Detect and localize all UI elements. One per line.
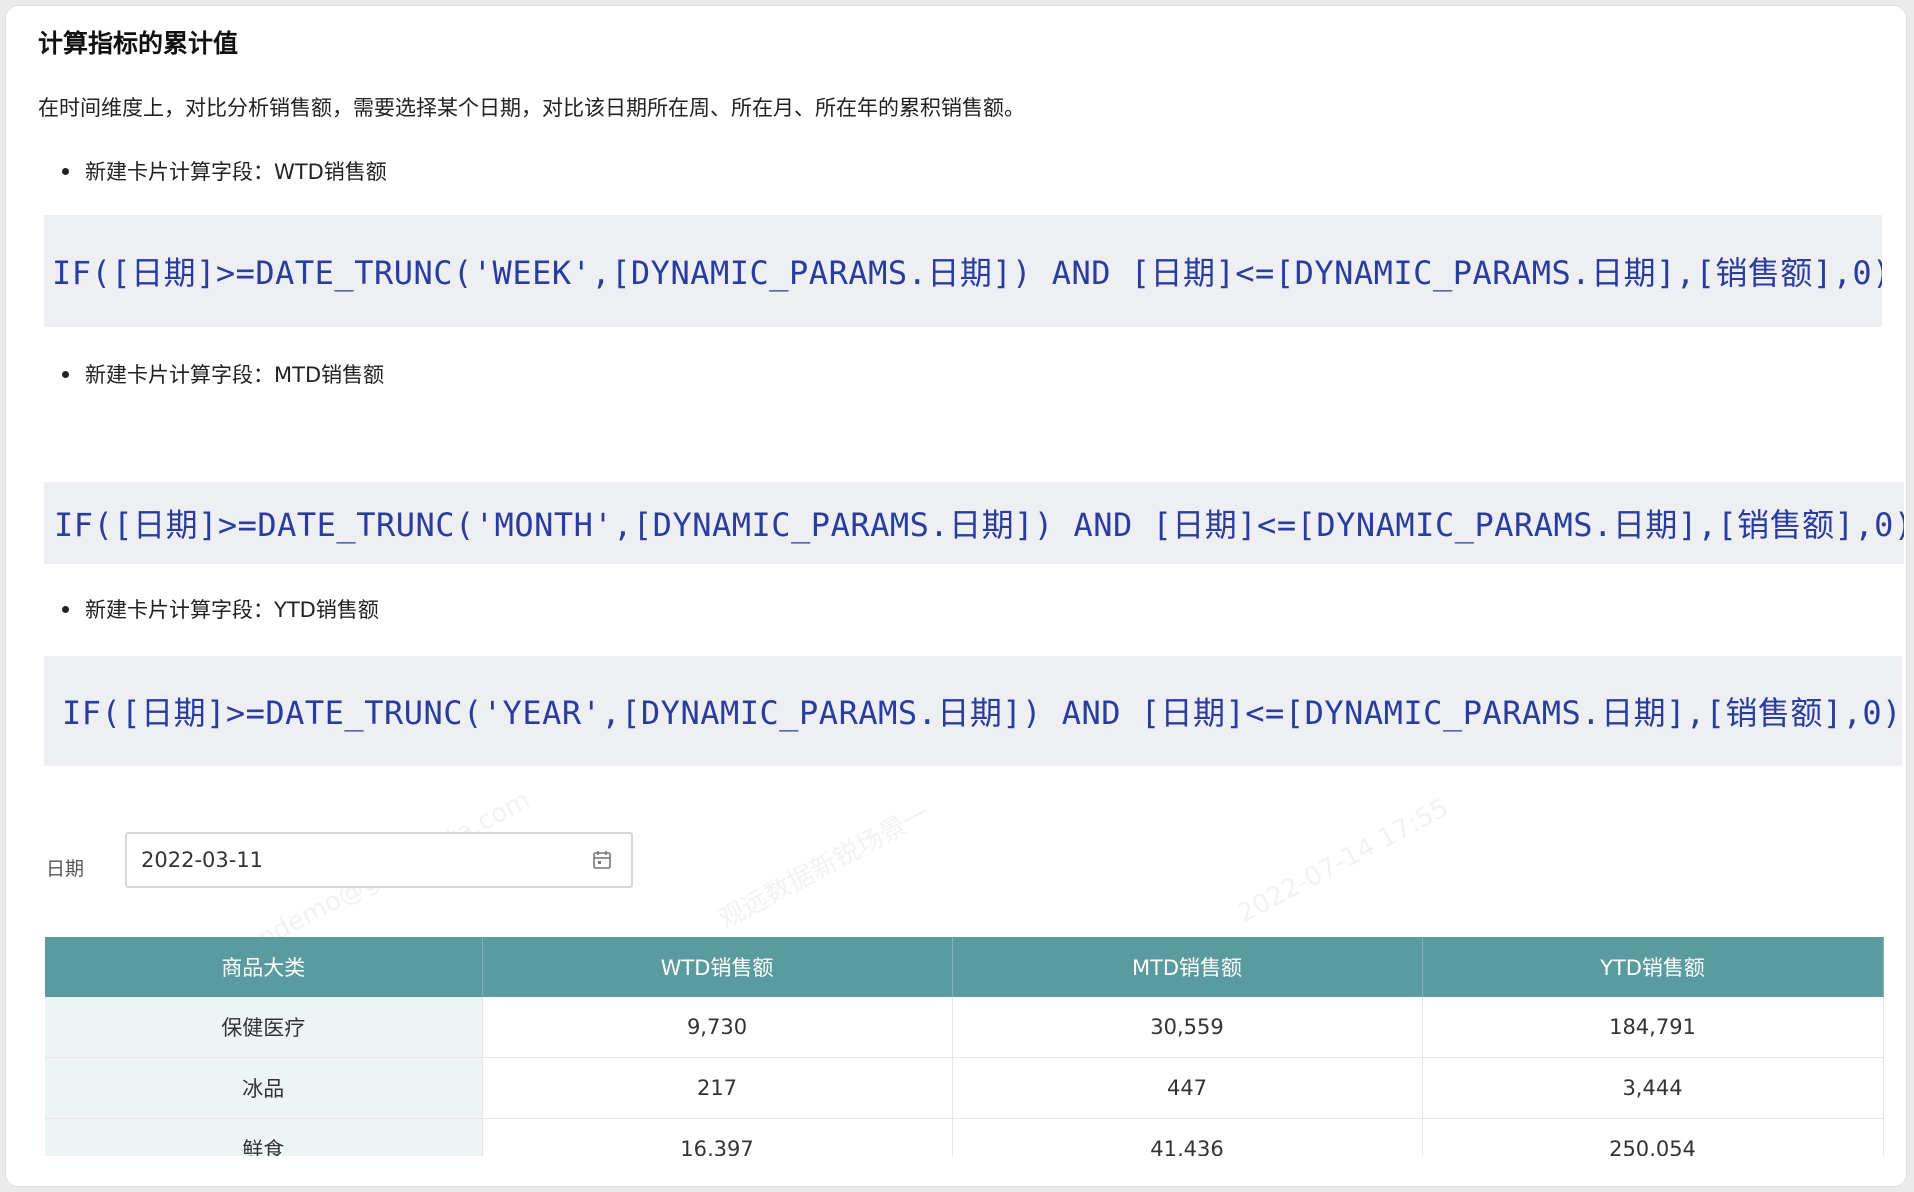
column-header[interactable]: WTD销售额 <box>482 937 953 997</box>
table-cell: 447 <box>952 1057 1423 1119</box>
column-header[interactable]: 商品大类 <box>45 937 483 997</box>
column-header[interactable]: YTD销售额 <box>1422 937 1884 997</box>
watermark-text: 2022-07-14 17:55 <box>1232 792 1454 930</box>
table-row: 冰品 217 447 3,444 <box>45 1057 1884 1119</box>
sales-table: 商品大类 WTD销售额 MTD销售额 YTD销售额 保健医疗 9,730 30,… <box>45 937 1884 1180</box>
content-clip-edge <box>6 1156 1906 1186</box>
calendar-icon[interactable] <box>593 850 611 870</box>
category-cell: 保健医疗 <box>45 997 483 1058</box>
table-row: 保健医疗 9,730 30,559 184,791 <box>45 997 1884 1058</box>
bullet-ytd: 新建卡片计算字段：YTD销售额 <box>62 594 379 624</box>
section-title: 计算指标的累计值 <box>38 29 239 58</box>
bullet-mtd: 新建卡片计算字段：MTD销售额 <box>62 359 384 389</box>
date-filter-label: 日期 <box>46 858 85 880</box>
article-card: 计算指标的累计值 在时间维度上，对比分析销售额，需要选择某个日期，对比该日期所在… <box>6 6 1906 1186</box>
code-block-wtd: IF([日期]>=DATE_TRUNC('WEEK',[DYNAMIC_PARA… <box>44 215 1882 327</box>
table-cell: 9,730 <box>482 997 953 1058</box>
bullet-text: 新建卡片计算字段：YTD销售额 <box>85 598 379 622</box>
code-text: IF([日期]>=DATE_TRUNC('MONTH',[DYNAMIC_PAR… <box>54 506 1904 544</box>
code-block-ytd: IF([日期]>=DATE_TRUNC('YEAR',[DYNAMIC_PARA… <box>44 656 1902 766</box>
table-header-row: 商品大类 WTD销售额 MTD销售额 YTD销售额 <box>45 937 1884 997</box>
table-cell: 3,444 <box>1422 1057 1884 1119</box>
watermark-text: 观远数据新锐场景一 <box>713 798 935 935</box>
section-description: 在时间维度上，对比分析销售额，需要选择某个日期，对比该日期所在周、所在月、所在年… <box>38 96 1025 120</box>
table-cell: 217 <box>482 1057 953 1119</box>
date-picker-input[interactable]: 2022-03-11 <box>125 832 633 888</box>
date-picker-value: 2022-03-11 <box>141 848 264 872</box>
code-text: IF([日期]>=DATE_TRUNC('WEEK',[DYNAMIC_PARA… <box>52 254 1882 292</box>
code-text: IF([日期]>=DATE_TRUNC('YEAR',[DYNAMIC_PARA… <box>62 694 1902 732</box>
bullet-text: 新建卡片计算字段：WTD销售额 <box>85 160 387 184</box>
column-header[interactable]: MTD销售额 <box>952 937 1423 997</box>
bullet-dot <box>62 370 69 378</box>
table-cell: 184,791 <box>1422 997 1884 1058</box>
table-cell: 30,559 <box>952 997 1423 1058</box>
category-cell: 冰品 <box>45 1057 483 1119</box>
code-block-mtd: IF([日期]>=DATE_TRUNC('YEAR',[DYNAMIC_PARA… <box>44 482 1904 564</box>
bullet-wtd: 新建卡片计算字段：WTD销售额 <box>62 156 387 186</box>
bullet-text: 新建卡片计算字段：MTD销售额 <box>85 363 385 387</box>
bullet-dot <box>62 605 69 613</box>
bullet-dot <box>62 167 69 175</box>
